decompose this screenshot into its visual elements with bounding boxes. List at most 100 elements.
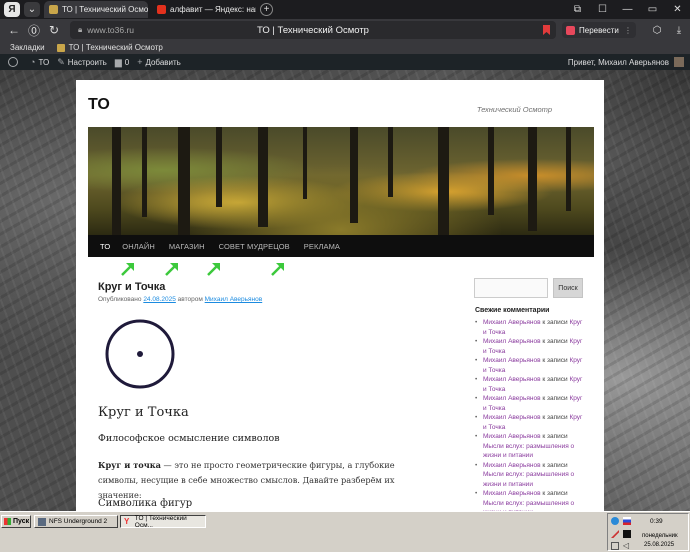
task-label: ТО | Технический Осм... bbox=[134, 514, 187, 529]
downloads-icon[interactable]: ⤓ bbox=[668, 19, 690, 41]
comment-item: Михаил Аверьянов к записи Мысли вслух: р… bbox=[475, 432, 587, 461]
site-title[interactable]: ТО bbox=[88, 96, 110, 114]
nav-item-to[interactable]: ТО bbox=[100, 242, 110, 251]
yandex-browser-icon: Y bbox=[124, 516, 130, 526]
browser-menu-button[interactable]: Я bbox=[4, 2, 20, 17]
tabs-dropdown-icon[interactable]: ⌄ bbox=[24, 2, 40, 17]
comment-separator: к записи bbox=[540, 376, 570, 383]
tab-label: алфавит — Яндекс: нашлось bbox=[170, 5, 256, 14]
nav-item-shop[interactable]: МАГАЗИН bbox=[169, 242, 205, 251]
comment-icon: ▆ bbox=[114, 56, 122, 67]
comment-author-link[interactable]: Михаил Аверьянов bbox=[483, 376, 541, 383]
para-bold: Круг и точка bbox=[98, 460, 161, 470]
taskbar-item-nfs[interactable]: NFS Underground 2 bbox=[34, 515, 118, 528]
post-subheading: Философское осмысление символов bbox=[98, 433, 280, 444]
wp-comments-menu[interactable]: ▆ 0 bbox=[115, 57, 129, 68]
comment-separator: к записи bbox=[540, 490, 568, 497]
task-label: NFS Underground 2 bbox=[49, 518, 108, 525]
more-icon[interactable]: ⋮ bbox=[624, 26, 632, 35]
nav-item-sages[interactable]: СОВЕТ МУДРЕЦОВ bbox=[219, 242, 290, 251]
wp-customize-menu[interactable]: ✎ Настроить bbox=[57, 57, 107, 68]
windows-taskbar: Пуск NFS Underground 2 Y ТО | Технический… bbox=[0, 511, 690, 552]
minimize-icon[interactable]: — bbox=[615, 0, 640, 19]
header-image bbox=[88, 127, 594, 235]
tray-clock[interactable]: 0:39 bbox=[650, 518, 663, 525]
post-date-link[interactable]: 24.08.2025 bbox=[143, 296, 176, 303]
comment-author-link[interactable]: Михаил Аверьянов bbox=[483, 357, 541, 364]
taskbar-item-browser[interactable]: Y ТО | Технический Осм... bbox=[120, 514, 206, 529]
post-heading: Круг и Точка bbox=[98, 405, 189, 420]
site-page: ТО Технический Осмотр ТО ОНЛАЙН МАГАЗИН … bbox=[76, 80, 604, 511]
comment-separator: к записи bbox=[540, 395, 570, 402]
tab-to[interactable]: ТО | Технический Осмотр ✕ bbox=[44, 1, 148, 18]
post-section-heading: Символика фигур bbox=[98, 498, 193, 509]
start-label: Пуск bbox=[13, 518, 30, 525]
arrow-annotation-icon bbox=[165, 263, 178, 276]
comment-author-link[interactable]: Михаил Аверьянов bbox=[483, 490, 541, 497]
language-flag-icon[interactable] bbox=[623, 517, 631, 525]
telegram-icon[interactable] bbox=[611, 517, 619, 525]
comment-author-link[interactable]: Михаил Аверьянов bbox=[483, 395, 541, 402]
tabs-overview-icon[interactable]: ⧉ bbox=[565, 0, 590, 19]
comment-item: Михаил Аверьянов к записи Круг и Точка bbox=[475, 356, 587, 375]
back-icon[interactable]: ← bbox=[4, 19, 24, 41]
search-input[interactable] bbox=[474, 278, 548, 298]
translate-button[interactable]: Перевести ⋮ bbox=[562, 22, 636, 38]
comment-author-link[interactable]: Михаил Аверьянов bbox=[483, 338, 541, 345]
comment-post-link[interactable]: Мысли вслух: размышления о жизни и питан… bbox=[483, 471, 574, 488]
comment-item: Михаил Аверьянов к записи Мысли вслух: р… bbox=[475, 461, 587, 490]
circle-dot-image bbox=[105, 319, 175, 389]
terminal-icon[interactable] bbox=[623, 530, 631, 538]
wp-new-menu[interactable]: + Добавить bbox=[137, 57, 181, 67]
primary-nav: ТО ОНЛАЙН МАГАЗИН СОВЕТ МУДРЕЦОВ РЕКЛАМА bbox=[88, 235, 594, 257]
comment-post-link[interactable]: Мысли вслух: размышления о жизни и питан… bbox=[483, 443, 574, 460]
url-field[interactable]: 🔒︎ www.to36.ru ТО | Технический Осмотр bbox=[70, 21, 556, 39]
comment-item: Михаил Аверьянов к записи Круг и Точка bbox=[475, 413, 587, 432]
search-button[interactable]: Поиск bbox=[553, 278, 583, 298]
comment-author-link[interactable]: Михаил Аверьянов bbox=[483, 462, 541, 469]
comment-author-link[interactable]: Михаил Аверьянов bbox=[483, 433, 541, 440]
network-icon[interactable] bbox=[611, 542, 619, 550]
start-button[interactable]: Пуск bbox=[1, 515, 31, 528]
windows-logo-icon bbox=[4, 518, 11, 525]
yandex-protect-icon[interactable]: ⓪ bbox=[24, 19, 44, 41]
tray-date: 25.08.2025 bbox=[644, 542, 675, 548]
arrow-annotation-icon bbox=[207, 263, 220, 276]
comment-author-link[interactable]: Михаил Аверьянов bbox=[483, 319, 541, 326]
comment-item: Михаил Аверьянов к записи Круг и Точка bbox=[475, 337, 587, 356]
post-title[interactable]: Круг и Точка bbox=[98, 281, 165, 293]
wp-comments-count: 0 bbox=[124, 57, 130, 67]
bookmark-outline-icon[interactable]: ☐ bbox=[590, 0, 615, 19]
recent-comments-list: Михаил Аверьянов к записи Круг и ТочкаМи… bbox=[475, 318, 587, 511]
wp-account-menu[interactable]: Привет, Михаил Аверьянов bbox=[568, 54, 684, 70]
recent-comments-title: Свежие комментарии bbox=[475, 307, 550, 314]
comment-separator: к записи bbox=[540, 319, 570, 326]
wp-site-label: ТО bbox=[38, 57, 50, 67]
extensions-icon[interactable]: ⬡ bbox=[646, 19, 668, 41]
refresh-icon[interactable]: ↻ bbox=[44, 19, 64, 41]
bookmarks-menu[interactable]: Закладки bbox=[10, 43, 45, 52]
bookmark-item[interactable]: ТО | Технический Осмотр bbox=[56, 43, 163, 52]
post-author-link[interactable]: Михаил Аверьянов bbox=[205, 296, 263, 303]
translate-icon bbox=[566, 25, 575, 35]
comment-post-link[interactable]: Мысли вслух: размышления о жизни и питан… bbox=[483, 500, 574, 512]
comment-item: Михаил Аверьянов к записи Круг и Точка bbox=[475, 318, 587, 337]
pen-icon[interactable] bbox=[611, 530, 619, 538]
wordpress-icon bbox=[8, 57, 18, 67]
post-paragraph: Круг и точка — это не просто геометричес… bbox=[98, 458, 428, 503]
volume-icon[interactable]: ◁ bbox=[623, 542, 631, 550]
tab-label: ТО | Технический Осмотр bbox=[62, 5, 148, 14]
wp-logo-menu[interactable] bbox=[8, 57, 22, 67]
nav-item-ads[interactable]: РЕКЛАМА bbox=[304, 242, 340, 251]
comment-author-link[interactable]: Михаил Аверьянов bbox=[483, 414, 541, 421]
wp-site-menu[interactable]: ◔ ТО bbox=[30, 57, 49, 67]
nav-item-online[interactable]: ОНЛАЙН bbox=[122, 242, 155, 251]
wp-admin-bar: ◔ ТО ✎ Настроить ▆ 0 + Добавить Привет, Миха… bbox=[0, 54, 690, 70]
new-tab-button[interactable]: + bbox=[260, 3, 273, 16]
tab-yandex[interactable]: алфавит — Яндекс: нашлось bbox=[152, 1, 256, 18]
close-window-icon[interactable]: ✕ bbox=[665, 0, 690, 19]
plus-icon: + bbox=[137, 57, 143, 67]
site-description: Технический Осмотр bbox=[476, 105, 552, 114]
browser-tab-bar: Я ⌄ ТО | Технический Осмотр ✕ алфавит — … bbox=[0, 0, 690, 19]
maximize-icon[interactable]: ▭ bbox=[640, 0, 665, 19]
